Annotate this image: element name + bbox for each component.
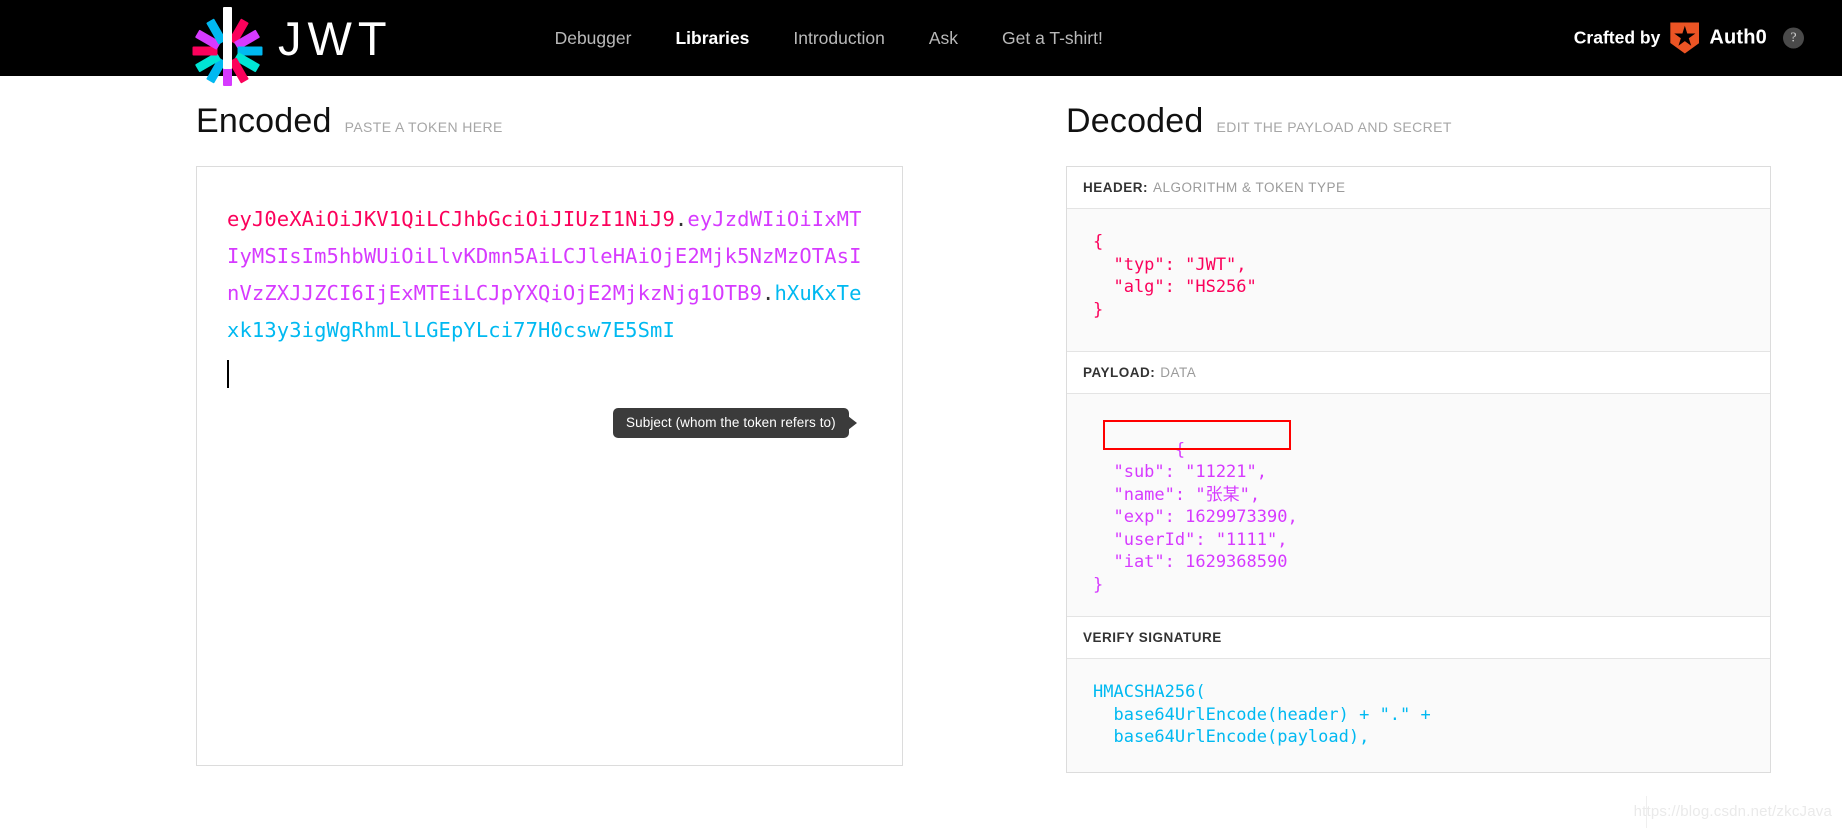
crafted-by-label: Crafted by	[1573, 27, 1661, 48]
encoded-subtitle: PASTE A TOKEN HERE	[344, 119, 503, 135]
jwt-logo-bar	[222, 7, 232, 69]
jwt-wordmark: JWT	[278, 11, 393, 65]
payload-section-value: DATA	[1160, 365, 1197, 380]
nav-link-get-a-tshirt[interactable]: Get a T-shirt!	[1002, 28, 1103, 49]
encoded-token-input[interactable]: eyJ0eXAiOiJKV1QiLCJhbGciOiJIUzI1NiJ9.eyJ…	[196, 166, 903, 766]
token-separator-2: .	[762, 281, 775, 305]
crafted-by-auth0[interactable]: Crafted by Auth0 ?	[1573, 22, 1804, 54]
nav-link-libraries[interactable]: Libraries	[675, 28, 749, 49]
header-section-key: HEADER:	[1083, 180, 1149, 195]
token-separator-1: .	[674, 207, 688, 231]
top-navigation-bar: JWT Debugger Libraries Introduction Ask …	[0, 0, 1842, 86]
nav-link-debugger[interactable]: Debugger	[555, 28, 632, 49]
decoded-panel: HEADER: ALGORITHM & TOKEN TYPE { "typ": "…	[1066, 166, 1771, 773]
auth0-star-icon	[1674, 25, 1696, 46]
signature-section-label: VERIFY SIGNATURE	[1067, 617, 1770, 659]
nav-link-introduction[interactable]: Introduction	[793, 28, 884, 49]
encoded-heading: Encoded PASTE A TOKEN HERE	[196, 102, 912, 141]
payload-json-editor[interactable]: { "sub": "11221", "name": "张某", "exp": 1…	[1093, 440, 1298, 595]
help-question-mark-icon[interactable]: ?	[1783, 27, 1804, 49]
decoded-heading: Decoded EDIT THE PAYLOAD AND SECRET	[1066, 102, 1842, 141]
watermark-text: https://blog.csdn.net/zkcJava	[1633, 803, 1832, 820]
nav-links: Debugger Libraries Introduction Ask Get …	[555, 28, 1103, 49]
jwt-logo-icon	[192, 7, 262, 86]
sub-claim-highlight-box	[1103, 420, 1291, 450]
auth0-label: Auth0	[1709, 26, 1767, 49]
main-content: Encoded PASTE A TOKEN HERE eyJ0eXAiOiJKV…	[0, 76, 1842, 773]
encoded-title: Encoded	[196, 102, 332, 140]
text-cursor	[227, 360, 229, 388]
header-section-value: ALGORITHM & TOKEN TYPE	[1153, 180, 1346, 195]
encoded-token-text: eyJ0eXAiOiJKV1QiLCJhbGciOiJIUzI1NiJ9.eyJ…	[227, 201, 872, 349]
signature-code-editor[interactable]: HMACSHA256( base64UrlEncode(header) + ".…	[1067, 659, 1770, 772]
header-json-editor[interactable]: { "typ": "JWT", "alg": "HS256" }	[1067, 209, 1770, 352]
auth0-shield-icon	[1670, 22, 1700, 54]
header-section-label: HEADER: ALGORITHM & TOKEN TYPE	[1067, 167, 1770, 209]
payload-json-container: { "sub": "11221", "name": "张某", "exp": 1…	[1067, 394, 1770, 617]
decoded-title: Decoded	[1066, 102, 1204, 140]
payload-section-label: PAYLOAD: DATA	[1067, 352, 1770, 394]
sub-claim-tooltip: Subject (whom the token refers to)	[613, 408, 857, 438]
brand-logo-link[interactable]: JWT	[192, 7, 393, 86]
decoded-column: Decoded EDIT THE PAYLOAD AND SECRET HEAD…	[912, 102, 1842, 773]
nav-link-ask[interactable]: Ask	[929, 28, 958, 49]
token-header-segment: eyJ0eXAiOiJKV1QiLCJhbGciOiJIUzI1NiJ9	[227, 207, 675, 231]
payload-section-key: PAYLOAD:	[1083, 365, 1156, 380]
decoded-subtitle: EDIT THE PAYLOAD AND SECRET	[1216, 119, 1452, 135]
